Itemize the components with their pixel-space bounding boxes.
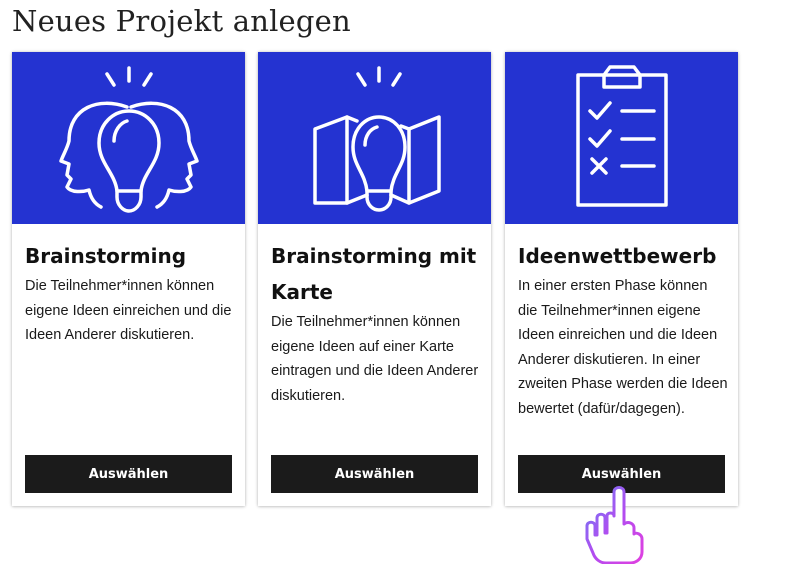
- card-description: Die Teilnehmer*innen können eigene Ideen…: [25, 278, 232, 343]
- project-card-brainstorming: Brainstorming Die Teilnehmer*innen könne…: [12, 52, 245, 506]
- card-body: Ideenwettbewerb In einer ersten Phase kö…: [518, 238, 730, 421]
- card-title: Brainstorming: [25, 244, 187, 268]
- card-description: Die Teilnehmer*innen können eigene Ideen…: [271, 314, 479, 404]
- hand-pointer-icon: [585, 486, 644, 564]
- card-title: Brainstorming mit Karte: [271, 244, 477, 304]
- card-description: In einer ersten Phase können die Teilneh…: [518, 278, 728, 417]
- select-brainstorming-button[interactable]: Auswählen: [25, 455, 232, 493]
- project-card-brainstorming-map: Brainstorming mit Karte Die Teilnehmer*i…: [258, 52, 491, 506]
- clipboard-checklist-icon: [575, 65, 668, 207]
- page-title: Neues Projekt anlegen: [12, 4, 351, 38]
- heads-lightbulb-icon: [58, 66, 199, 213]
- select-brainstorming-map-button[interactable]: Auswählen: [271, 455, 478, 493]
- card-image: [505, 52, 738, 224]
- card-image: [258, 52, 491, 224]
- project-card-ideenwettbewerb: Ideenwettbewerb In einer ersten Phase kö…: [505, 52, 738, 506]
- card-image: [12, 52, 245, 224]
- map-lightbulb-icon: [312, 66, 441, 212]
- card-body: Brainstorming mit Karte Die Teilnehmer*i…: [271, 238, 483, 408]
- card-title: Ideenwettbewerb: [518, 244, 717, 268]
- card-body: Brainstorming Die Teilnehmer*innen könne…: [25, 238, 237, 348]
